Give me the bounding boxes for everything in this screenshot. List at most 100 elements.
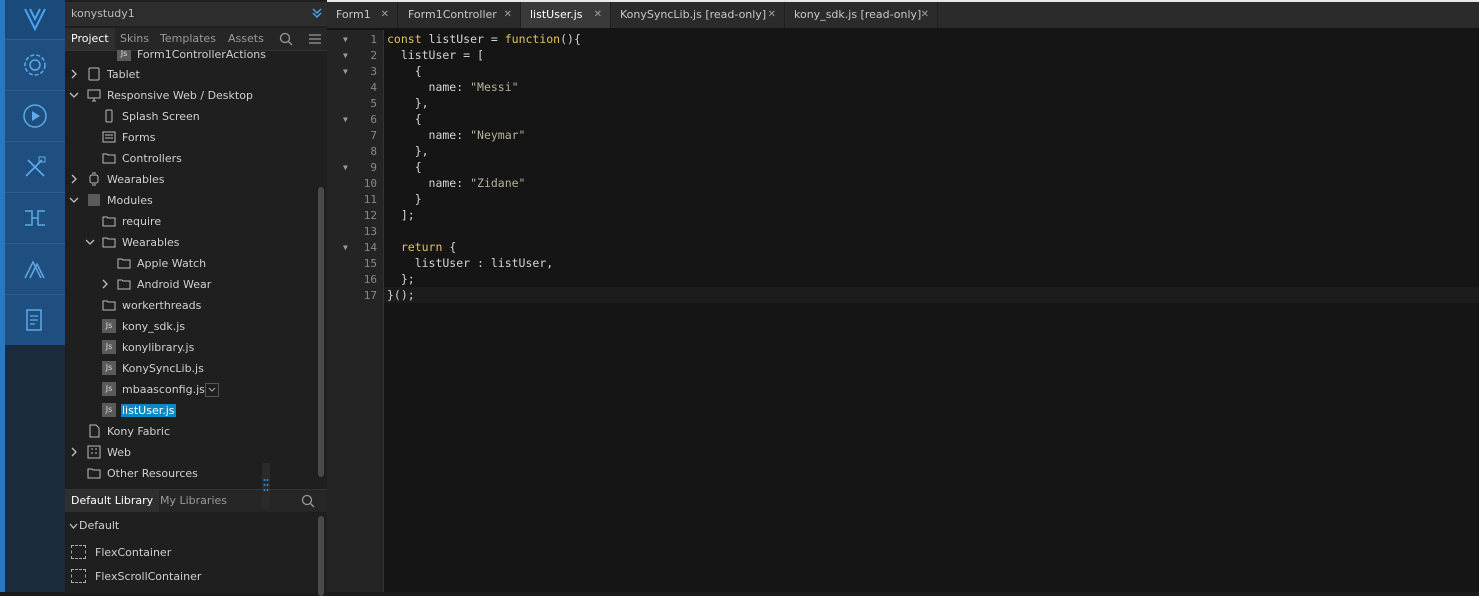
fold-arrow-icon[interactable]: ▼ xyxy=(343,115,351,124)
tree-item-label: Other Resources xyxy=(107,467,198,480)
chevron-right-icon[interactable] xyxy=(69,447,79,457)
tree-item-label: Apple Watch xyxy=(137,257,207,270)
tree-item-splash-screen[interactable]: Splash Screen xyxy=(65,106,317,127)
tab-form1controller[interactable]: Form1Controller ✕ xyxy=(398,2,521,28)
code-text: { xyxy=(442,240,457,254)
tree-item-other-resources[interactable]: Other Resources xyxy=(65,463,317,482)
tree-item-android-wear[interactable]: Android Wear xyxy=(65,274,317,295)
document-icon[interactable] xyxy=(5,294,65,345)
tree-item[interactable]: Js Form1ControllerActions xyxy=(65,50,317,65)
close-icon[interactable]: ✕ xyxy=(921,2,929,28)
tree-item-label: Kony Fabric xyxy=(107,425,171,438)
tree-scrollbar[interactable] xyxy=(318,187,324,477)
tree-item-konylibrary[interactable]: Js konylibrary.js xyxy=(65,337,317,358)
tree-item-mbaasconfig[interactable]: Js mbaasconfig.js xyxy=(65,379,317,400)
tab-skins[interactable]: Skins xyxy=(114,28,155,50)
search-icon[interactable] xyxy=(301,494,315,511)
tree-item-label: require xyxy=(122,215,162,228)
tab-project[interactable]: Project xyxy=(65,28,115,50)
tree-item-web[interactable]: Web xyxy=(65,442,317,463)
tree-item-modules[interactable]: Modules xyxy=(65,190,317,211)
build-icon[interactable] xyxy=(5,141,65,192)
tab-default-library[interactable]: Default Library xyxy=(65,490,160,512)
double-chevron-down-icon[interactable] xyxy=(312,8,322,21)
run-icon[interactable] xyxy=(5,90,65,141)
tree-item-kony-sdk[interactable]: Js kony_sdk.js xyxy=(65,316,317,337)
tab-my-libraries[interactable]: My Libraries xyxy=(154,490,233,512)
tree-item-label: Tablet xyxy=(107,68,140,81)
keyword: return xyxy=(387,240,443,254)
logo-icon[interactable] xyxy=(5,0,65,38)
align-icon[interactable] xyxy=(5,192,65,243)
module-icon xyxy=(87,193,101,207)
panel-splitter[interactable] xyxy=(262,463,270,509)
tree-item-tablet[interactable]: Tablet xyxy=(65,64,317,85)
tab-kony-sdk[interactable]: kony_sdk.js [read-only] ✕ xyxy=(785,2,938,28)
tree-item-wearables-folder[interactable]: Wearables xyxy=(65,232,317,253)
fold-arrow-icon[interactable]: ▼ xyxy=(343,243,351,252)
tree-item-workerthreads[interactable]: workerthreads xyxy=(65,295,317,316)
js-file-icon: Js xyxy=(117,50,131,61)
desktop-icon xyxy=(87,88,101,102)
code-line: }, xyxy=(387,144,429,158)
web-icon xyxy=(87,445,101,459)
tree-item-controllers[interactable]: Controllers xyxy=(65,148,317,169)
code-line: name: "Messi" xyxy=(387,79,519,95)
editor-tabs: Form1 ✕ Form1Controller ✕ listUser.js ✕ … xyxy=(327,0,1479,28)
close-icon[interactable]: ✕ xyxy=(768,2,776,28)
keyword: function xyxy=(504,32,561,46)
menu-icon[interactable] xyxy=(308,32,322,49)
library-panel: Default Library My Libraries Default Fle… xyxy=(65,489,327,596)
chevron-right-icon[interactable] xyxy=(69,69,79,79)
tab-konysynclib[interactable]: KonySyncLib.js [read-only] ✕ xyxy=(611,2,785,28)
chevron-down-icon[interactable] xyxy=(69,195,79,205)
tree-item-apple-watch[interactable]: Apple Watch xyxy=(65,253,317,274)
chevron-right-icon[interactable] xyxy=(69,174,79,184)
project-tabs: Project Skins Templates Assets xyxy=(65,28,327,51)
dropdown-chevron-icon[interactable] xyxy=(205,383,219,397)
code-area[interactable]: const listUser = function(){ listUser = … xyxy=(387,30,1477,592)
tab-form1[interactable]: Form1 ✕ xyxy=(327,2,398,28)
tab-assets[interactable]: Assets xyxy=(222,28,270,50)
tree-item-label: KonySyncLib.js xyxy=(122,362,204,375)
close-icon[interactable]: ✕ xyxy=(594,2,602,28)
close-icon[interactable]: ✕ xyxy=(381,2,389,28)
js-file-icon: Js xyxy=(102,382,116,396)
tree-item-forms[interactable]: Forms xyxy=(65,127,317,148)
code-line: } xyxy=(387,192,422,206)
tab-label: Form1 xyxy=(336,8,371,21)
code-line: }; xyxy=(387,272,415,286)
tab-listuser[interactable]: listUser.js ✕ xyxy=(521,2,611,28)
code-text: name: xyxy=(387,80,471,94)
tree-item-label: workerthreads xyxy=(122,299,202,312)
close-icon[interactable]: ✕ xyxy=(504,2,512,28)
tree-item-require[interactable]: require xyxy=(65,211,317,232)
chevron-down-icon[interactable] xyxy=(69,90,79,100)
fabric-icon[interactable] xyxy=(5,243,65,294)
code-line: listUser = [ xyxy=(387,48,484,62)
fold-arrow-icon[interactable]: ▼ xyxy=(343,35,351,44)
search-icon[interactable] xyxy=(279,32,293,49)
project-selector[interactable]: konystudy1 xyxy=(65,2,327,26)
line-number: 7 xyxy=(370,129,377,142)
fold-arrow-icon[interactable]: ▼ xyxy=(343,51,351,60)
library-scrollbar[interactable] xyxy=(318,516,324,596)
tree-item-listuser[interactable]: Js listUser.js xyxy=(65,400,317,421)
tree-item-kony-fabric[interactable]: Kony Fabric xyxy=(65,421,317,442)
chevron-right-icon[interactable] xyxy=(100,279,110,289)
tree-item-wearables[interactable]: Wearables xyxy=(65,169,317,190)
tree-item-konysynclib[interactable]: Js KonySyncLib.js xyxy=(65,358,317,379)
fold-arrow-icon[interactable]: ▼ xyxy=(343,163,351,172)
tree-item-label: Forms xyxy=(122,131,156,144)
tree-item-label: Wearables xyxy=(107,173,165,186)
container-icon xyxy=(71,545,86,559)
library-item-label: FlexScrollContainer xyxy=(95,570,202,583)
tree-item-responsive-web[interactable]: Responsive Web / Desktop xyxy=(65,85,317,106)
project-panel: konystudy1 Project Skins Templates Asset… xyxy=(65,0,327,596)
tab-templates[interactable]: Templates xyxy=(154,28,222,50)
chevron-down-icon[interactable] xyxy=(85,237,95,247)
settings-icon[interactable] xyxy=(5,39,65,90)
fold-arrow-icon[interactable]: ▼ xyxy=(343,67,351,76)
line-number: 6 xyxy=(370,113,377,126)
line-number: 13 xyxy=(363,225,377,238)
